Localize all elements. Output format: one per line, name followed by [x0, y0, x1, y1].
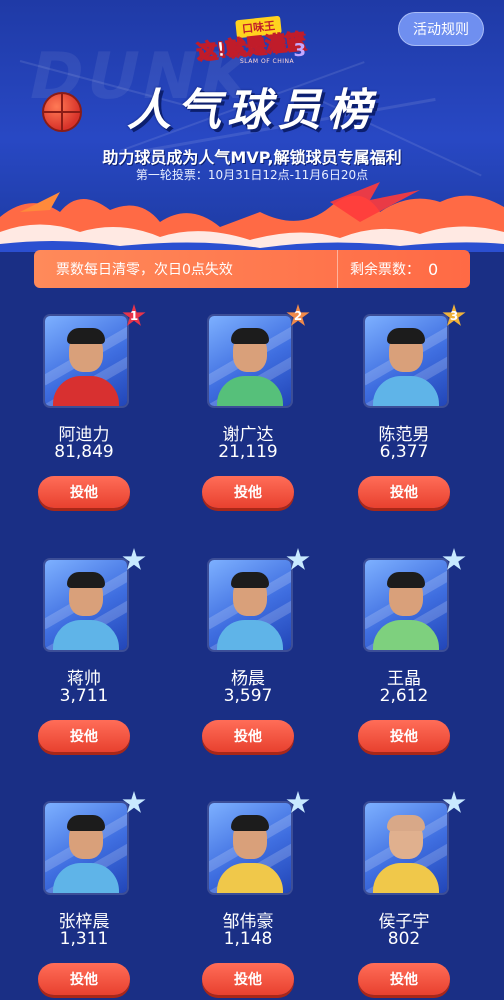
logo-subtitle: SLAM OF CHINA: [240, 58, 295, 65]
vote-button[interactable]: 投他: [202, 476, 294, 508]
vote-button[interactable]: 投他: [202, 720, 294, 752]
player-vote-count: 21,119: [218, 442, 278, 462]
player-photo[interactable]: [45, 803, 127, 893]
player-photo[interactable]: [209, 560, 291, 650]
player-photo[interactable]: [209, 803, 291, 893]
player-vote-count: 802: [387, 929, 421, 949]
jersey: [217, 620, 283, 650]
jersey: [217, 376, 283, 406]
player-vote-count: 2,612: [379, 686, 429, 706]
player-card: 3 陈范男 6,377 投他: [324, 300, 484, 515]
player-photo[interactable]: [365, 803, 447, 893]
player-card: 王晶 2,612 投他: [324, 544, 484, 759]
header-banner: DUNK 口味王 这!就是灌篮 3 SLAM OF CHINA 活动规则 人气球…: [0, 0, 504, 252]
page-subtitle: 助力球员成为人气MVP,解锁球员专属福利: [102, 148, 402, 167]
player-card: 张梓晨 1,311 投他: [4, 787, 164, 1000]
remaining-votes: 剩余票数： 0: [338, 259, 470, 279]
player-vote-count: 3,597: [223, 686, 273, 706]
jersey: [217, 863, 283, 893]
player-photo[interactable]: [365, 316, 447, 406]
jersey: [53, 863, 119, 893]
activity-rules-button[interactable]: 活动规则: [398, 12, 484, 46]
player-vote-count: 3,711: [59, 686, 109, 706]
player-card: 1 阿迪力 81,849 投他: [4, 300, 164, 515]
voting-round-info: 第一轮投票：10月31日12点-11月6日20点: [135, 168, 369, 182]
jersey: [53, 620, 119, 650]
player-photo[interactable]: [45, 560, 127, 650]
show-logo: 口味王 这!就是灌篮 3 SLAM OF CHINA: [195, 15, 307, 70]
vote-reset-notice: 票数每日清零，次日0点失效: [56, 262, 233, 278]
remaining-votes-label: 剩余票数：: [350, 262, 420, 278]
player-photo[interactable]: [209, 316, 291, 406]
logo-number: 3: [293, 40, 306, 61]
vote-button[interactable]: 投他: [202, 963, 294, 995]
vote-button[interactable]: 投他: [38, 963, 130, 995]
player-photo[interactable]: [45, 316, 127, 406]
player-card: 2 谢广达 21,119 投他: [168, 300, 328, 515]
vote-button[interactable]: 投他: [38, 720, 130, 752]
player-vote-count: 1,148: [223, 929, 273, 949]
player-card: 侯子宇 802 投他: [324, 787, 484, 1000]
vote-button[interactable]: 投他: [358, 476, 450, 508]
player-card: 蒋帅 3,711 投他: [4, 544, 164, 759]
jersey: [373, 863, 439, 893]
vote-button[interactable]: 投他: [358, 720, 450, 752]
player-card: 杨晨 3,597 投他: [168, 544, 328, 759]
jersey: [373, 620, 439, 650]
vote-notice-bar: 票数每日清零，次日0点失效 剩余票数： 0: [34, 250, 470, 288]
player-photo[interactable]: [365, 560, 447, 650]
vote-button[interactable]: 投他: [38, 476, 130, 508]
vote-button[interactable]: 投他: [358, 963, 450, 995]
player-card: 邹伟豪 1,148 投他: [168, 787, 328, 1000]
player-vote-count: 1,311: [59, 929, 109, 949]
splash-decoration: [0, 182, 504, 252]
jersey: [53, 376, 119, 406]
remaining-votes-count: 0: [428, 259, 439, 279]
jersey: [373, 376, 439, 406]
player-vote-count: 81,849: [54, 442, 114, 462]
page-title: 人气球员榜: [127, 85, 377, 136]
player-vote-count: 6,377: [379, 442, 429, 462]
